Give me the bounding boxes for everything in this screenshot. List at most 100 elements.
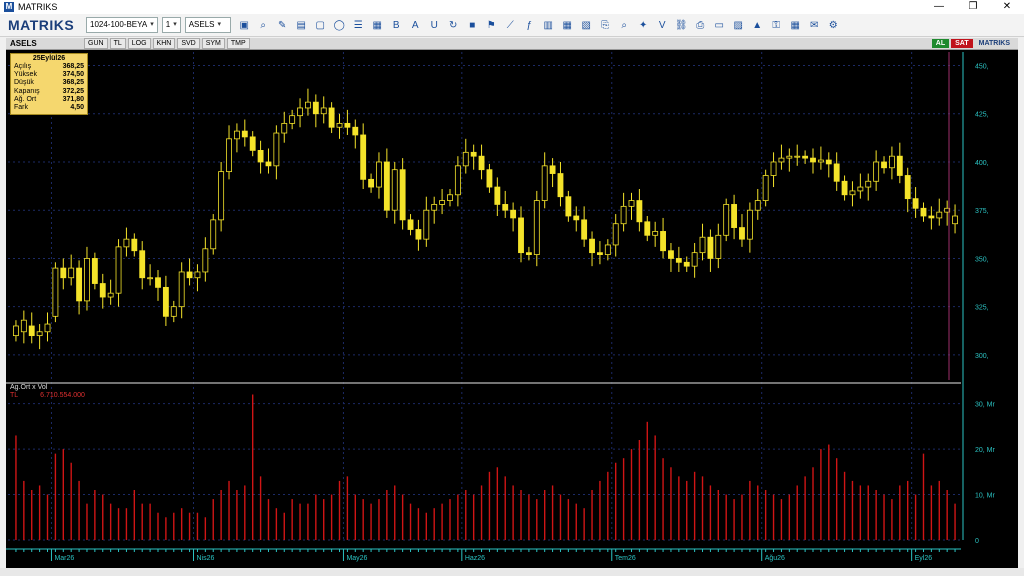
zoom-icon[interactable]: ⌕ bbox=[256, 18, 271, 33]
tab-log[interactable]: LOG bbox=[127, 38, 151, 49]
candle-body bbox=[13, 325, 19, 337]
chat-icon[interactable]: ✉ bbox=[807, 18, 822, 33]
candle-body bbox=[68, 267, 75, 279]
candle-body bbox=[218, 171, 225, 221]
candle-body bbox=[123, 238, 130, 248]
x-tick-label: Ağu26 bbox=[765, 555, 785, 562]
table-icon[interactable]: ▦ bbox=[370, 18, 385, 33]
price-volume-chart[interactable]: 450, 425, 400, 375, 350, 325, 300, 30, Mr 20, Mr… bbox=[6, 50, 1018, 570]
symbol-select[interactable]: ASELS ▾ bbox=[184, 17, 231, 33]
close-button[interactable]: ✕ bbox=[990, 0, 1024, 14]
layout-icon[interactable]: ▧ bbox=[579, 18, 594, 33]
chart-area[interactable]: 450, 425, 400, 375, 350, 325, 300, 30, Mr 20, Mr… bbox=[6, 50, 1018, 570]
candle-body bbox=[510, 209, 517, 219]
candle-body bbox=[20, 319, 27, 333]
line-chart-icon[interactable]: ⟋ bbox=[503, 18, 518, 33]
search-icon[interactable]: ⌕ bbox=[617, 18, 632, 33]
candle-body bbox=[786, 155, 793, 159]
candle-body bbox=[84, 258, 90, 302]
title-bar: M MATRIKS — ❐ ✕ bbox=[0, 0, 1024, 14]
ohlc-info-box: 25Eylül26 Açılış 368,25 Yüksek 374,50 Düşü… bbox=[10, 53, 88, 115]
print-icon[interactable]: ⎙ bbox=[693, 18, 708, 33]
x-tick-label: Mar26 bbox=[54, 555, 74, 562]
tab-khn[interactable]: KHN bbox=[152, 38, 176, 49]
candle-body bbox=[478, 155, 485, 171]
monitor-icon[interactable]: ▭ bbox=[712, 18, 727, 33]
window-icon[interactable]: ▢ bbox=[313, 18, 328, 33]
candle-body bbox=[391, 169, 398, 211]
bold-icon[interactable]: B bbox=[389, 18, 404, 33]
candle-body bbox=[494, 186, 501, 205]
candle-body bbox=[920, 207, 927, 217]
candle-body bbox=[194, 271, 201, 279]
underline-icon[interactable]: U bbox=[427, 18, 442, 33]
link-icon[interactable]: ⛓ bbox=[674, 18, 689, 33]
list-icon[interactable]: ☰ bbox=[351, 18, 366, 33]
candle-body bbox=[352, 126, 359, 136]
candle-body bbox=[289, 115, 296, 124]
candle-body bbox=[589, 238, 595, 254]
candle-body bbox=[328, 107, 335, 128]
key-icon[interactable]: ⚿ bbox=[769, 18, 784, 33]
toolbar-icons: ▣ ⌕ ✎ ▤ ▢ ◯ ☰ ▦ B A U ↻ ■ ⚑ ⟋ ƒ ▥ ▦ ▧ ⎘ ⌕ ✦ V ⛓ ⎙ ▭ ▨ ▲ ⚿ ▦ ✉ ⚙ bbox=[237, 18, 845, 33]
bar-chart-icon[interactable]: ▤ bbox=[294, 18, 309, 33]
candle-body bbox=[881, 161, 887, 169]
candle-body bbox=[360, 134, 367, 180]
candle-body bbox=[312, 101, 319, 115]
candle-body bbox=[952, 215, 958, 225]
flag-icon[interactable]: ⚑ bbox=[484, 18, 499, 33]
candle-body bbox=[257, 150, 264, 163]
candle-body bbox=[597, 252, 603, 255]
y-tick-label: 325, bbox=[975, 305, 989, 312]
candle-body bbox=[320, 107, 327, 115]
sell-button[interactable]: SAT bbox=[951, 39, 973, 48]
x-tick-label: May26 bbox=[346, 555, 367, 562]
candle-body bbox=[265, 161, 272, 167]
candle-body bbox=[376, 161, 382, 188]
calc-icon[interactable]: ▦ bbox=[788, 18, 803, 33]
candle-body bbox=[794, 155, 801, 158]
y-tick-label: 375, bbox=[975, 208, 989, 215]
settings-icon[interactable]: ⚙ bbox=[826, 18, 841, 33]
font-color-icon[interactable]: A bbox=[408, 18, 423, 33]
tile-icon[interactable]: ▨ bbox=[731, 18, 746, 33]
grid-icon[interactable]: ▦ bbox=[560, 18, 575, 33]
chevron-down-icon: ▾ bbox=[150, 21, 154, 28]
minimize-button[interactable]: — bbox=[922, 0, 956, 14]
brand-logo: MATRIKS bbox=[8, 17, 75, 33]
copy-icon[interactable]: ⎘ bbox=[598, 18, 613, 33]
candle-body bbox=[549, 165, 556, 174]
candle-body bbox=[226, 138, 232, 173]
candle-body bbox=[273, 132, 280, 167]
alert-icon[interactable]: ▲ bbox=[750, 18, 765, 33]
info-value: 368,25 bbox=[62, 79, 84, 87]
draw-icon[interactable]: ✎ bbox=[275, 18, 290, 33]
candle-body bbox=[644, 221, 651, 236]
candle-body bbox=[683, 261, 690, 267]
save-icon[interactable]: ▣ bbox=[237, 18, 252, 33]
tab-sym[interactable]: SYM bbox=[201, 38, 225, 49]
refresh-icon[interactable]: ↻ bbox=[446, 18, 461, 33]
report-icon[interactable]: ▥ bbox=[541, 18, 556, 33]
stop-icon[interactable]: ■ bbox=[465, 18, 480, 33]
twitter-icon[interactable]: ✦ bbox=[636, 18, 651, 33]
circle-icon[interactable]: ◯ bbox=[332, 18, 347, 33]
candle-body bbox=[115, 246, 122, 294]
x-tick-label: Haz26 bbox=[465, 555, 485, 562]
tab-svd[interactable]: SVD bbox=[177, 38, 200, 49]
v-icon[interactable]: V bbox=[655, 18, 670, 33]
layout-select[interactable]: 1024-100-BEYA ▾ bbox=[86, 17, 158, 33]
formula-icon[interactable]: ƒ bbox=[522, 18, 537, 33]
tab-tmp[interactable]: TMP bbox=[226, 38, 250, 49]
candle-body bbox=[162, 286, 169, 317]
candle-body bbox=[739, 227, 745, 240]
tab-tl[interactable]: TL bbox=[109, 38, 126, 49]
maximize-button[interactable]: ❐ bbox=[956, 0, 990, 14]
candle-body bbox=[407, 219, 414, 230]
buy-button[interactable]: AL bbox=[931, 39, 950, 48]
tab-gun[interactable]: GUN bbox=[84, 38, 108, 49]
page-number-select[interactable]: 1 ▾ bbox=[161, 17, 181, 33]
candle-body bbox=[233, 130, 240, 140]
chevron-down-icon: ▾ bbox=[173, 21, 177, 28]
candle-body bbox=[344, 122, 351, 128]
